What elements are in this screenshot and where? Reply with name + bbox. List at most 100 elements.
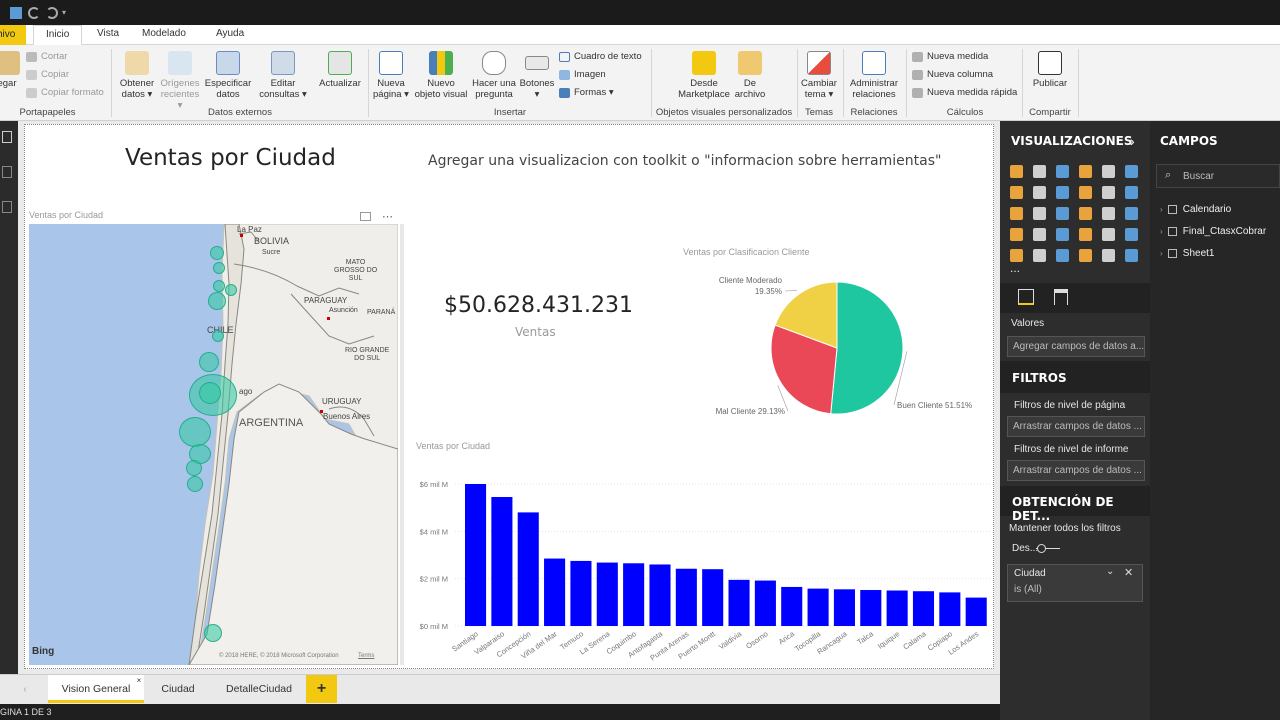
edit-queries-button[interactable]: Editar consultas ▾ <box>258 51 308 100</box>
treemap-icon[interactable] <box>1079 207 1092 220</box>
line-column-icon[interactable] <box>1079 186 1092 199</box>
paste-button[interactable]: egar <box>0 51 20 89</box>
bar[interactable] <box>886 590 908 627</box>
r-visual-icon[interactable] <box>1079 249 1092 262</box>
donut-icon[interactable] <box>1056 207 1069 220</box>
new-measure-button[interactable]: Nueva medida <box>912 50 988 64</box>
tab-home[interactable]: Inicio <box>33 25 83 46</box>
fields-tab-icon[interactable] <box>1018 289 1034 305</box>
page-filters-well[interactable]: Arrastrar campos de datos ... <box>1007 416 1145 437</box>
new-column-button[interactable]: Nueva columna <box>912 68 993 82</box>
waterfall-icon[interactable] <box>1125 186 1138 199</box>
bar[interactable] <box>702 569 724 626</box>
new-visual-button[interactable]: Nuevo objeto visual <box>412 51 470 100</box>
manage-relationships-button[interactable]: Administrar relaciones <box>845 51 903 100</box>
bar[interactable] <box>544 558 566 626</box>
table-icon[interactable] <box>1033 249 1046 262</box>
funnel-icon[interactable] <box>1033 228 1046 241</box>
bar[interactable] <box>912 591 935 626</box>
report-filters-well[interactable]: Arrastrar campos de datos ... <box>1007 460 1145 481</box>
map-bubble[interactable] <box>199 352 219 372</box>
card-icon[interactable] <box>1102 228 1115 241</box>
pie-slice[interactable] <box>830 281 904 415</box>
customize-toolbar-icon[interactable]: ▾ <box>62 7 74 19</box>
bar[interactable] <box>623 563 645 626</box>
map-bubble[interactable] <box>210 246 224 260</box>
close-tab-icon[interactable]: × <box>135 676 143 704</box>
100-bar-icon[interactable] <box>1102 165 1115 178</box>
line-chart-icon[interactable] <box>1010 186 1023 199</box>
kpi-icon[interactable] <box>1125 228 1138 241</box>
map-bubble[interactable] <box>208 292 226 310</box>
publish-button[interactable]: Publicar <box>1026 51 1074 89</box>
page-tab-detalleciudad[interactable]: DetalleCiudad <box>212 675 306 703</box>
bar[interactable] <box>781 586 803 626</box>
bar[interactable] <box>491 497 513 626</box>
ribbon-chart-icon[interactable] <box>1102 186 1115 199</box>
bar[interactable] <box>860 590 882 626</box>
map-bubble[interactable] <box>213 280 225 292</box>
enter-data-button[interactable]: Especificar datos <box>204 51 252 100</box>
map-bubble[interactable] <box>186 460 202 476</box>
save-icon[interactable] <box>10 7 22 19</box>
field-table-calendario[interactable]: › Calendario <box>1160 203 1231 217</box>
bar[interactable] <box>649 564 671 626</box>
toggle-switch[interactable] <box>1037 544 1046 553</box>
report-view-icon[interactable] <box>2 131 12 143</box>
field-table-final-ctasxcobrar[interactable]: › Final_CtasxCobrar <box>1160 225 1266 239</box>
bar[interactable] <box>833 589 855 626</box>
map-bubble[interactable] <box>212 330 224 342</box>
stacked-area-icon[interactable] <box>1056 186 1069 199</box>
tab-help[interactable]: Ayuda <box>216 28 244 39</box>
redo-icon[interactable] <box>46 7 58 19</box>
switch-theme-button[interactable]: Cambiar tema ▾ <box>799 51 839 100</box>
filled-map-icon[interactable] <box>1125 207 1138 220</box>
bar[interactable] <box>754 580 776 626</box>
bar-chart[interactable]: $0 mil M$2 mil M$4 mil M$6 mil MSantiago… <box>410 470 990 670</box>
format-paint-roller-icon[interactable] <box>1054 289 1068 305</box>
map-bubble[interactable] <box>187 476 203 492</box>
page-tab-vision-general[interactable]: Vision General <box>48 675 144 703</box>
model-view-icon[interactable] <box>2 201 12 213</box>
refresh-button[interactable]: Actualizar <box>316 51 364 89</box>
copy-button[interactable]: Copiar <box>26 68 69 82</box>
bar[interactable] <box>675 568 697 626</box>
cut-button[interactable]: Cortar <box>26 50 67 64</box>
get-data-button[interactable]: Obtener datos ▾ <box>116 51 158 100</box>
ask-question-button[interactable]: Hacer una pregunta <box>470 51 518 100</box>
clustered-bar-icon[interactable] <box>1056 165 1069 178</box>
filled-map[interactable]: La Paz BOLIVIA Sucre MATO GROSSO DO SUL PA… <box>29 224 398 665</box>
new-page-button[interactable]: Nueva página ▾ <box>370 51 412 100</box>
field-table-sheet1[interactable]: › Sheet1 <box>1160 247 1215 261</box>
bar[interactable] <box>465 484 487 626</box>
bar[interactable] <box>965 597 987 626</box>
add-page-button[interactable]: + <box>306 675 337 703</box>
map-terms-link[interactable]: Terms <box>358 653 374 659</box>
bar[interactable] <box>517 512 539 626</box>
data-view-icon[interactable] <box>2 166 12 178</box>
bar[interactable] <box>807 588 829 626</box>
from-file-button[interactable]: De archivo <box>732 51 768 100</box>
prev-page-icon[interactable]: ‹ <box>18 675 32 703</box>
tab-file[interactable]: chivo <box>0 25 26 45</box>
pie-chart[interactable]: Buen Cliente 51.51% Mal Cliente 29.13% Cli… <box>700 262 1000 432</box>
image-button[interactable]: Imagen <box>559 68 606 82</box>
custom-visual-icon[interactable] <box>1125 249 1138 262</box>
matrix-icon[interactable] <box>1056 249 1069 262</box>
area-chart-icon[interactable] <box>1033 186 1046 199</box>
gauge-icon[interactable] <box>1056 228 1069 241</box>
map-bubble[interactable] <box>213 262 225 274</box>
map-icon[interactable] <box>1102 207 1115 220</box>
globe-icon[interactable] <box>1102 249 1115 262</box>
tab-view[interactable]: Vista <box>97 28 119 39</box>
marketplace-button[interactable]: Desde Marketplace <box>676 51 732 100</box>
bar[interactable] <box>728 579 750 626</box>
recent-sources-button[interactable]: Orígenes recientes ▾ <box>158 51 202 111</box>
filter-card[interactable]: Ciudad is (All) ⌄ ✕ <box>1007 564 1143 602</box>
chevron-down-icon[interactable]: ⌄ <box>1106 566 1114 577</box>
map-bubble[interactable] <box>179 417 211 447</box>
multirow-card-icon[interactable] <box>1079 228 1092 241</box>
search-field[interactable]: ⌕ Buscar <box>1156 164 1280 188</box>
bar[interactable] <box>939 592 961 626</box>
map-bubble[interactable] <box>204 624 222 642</box>
